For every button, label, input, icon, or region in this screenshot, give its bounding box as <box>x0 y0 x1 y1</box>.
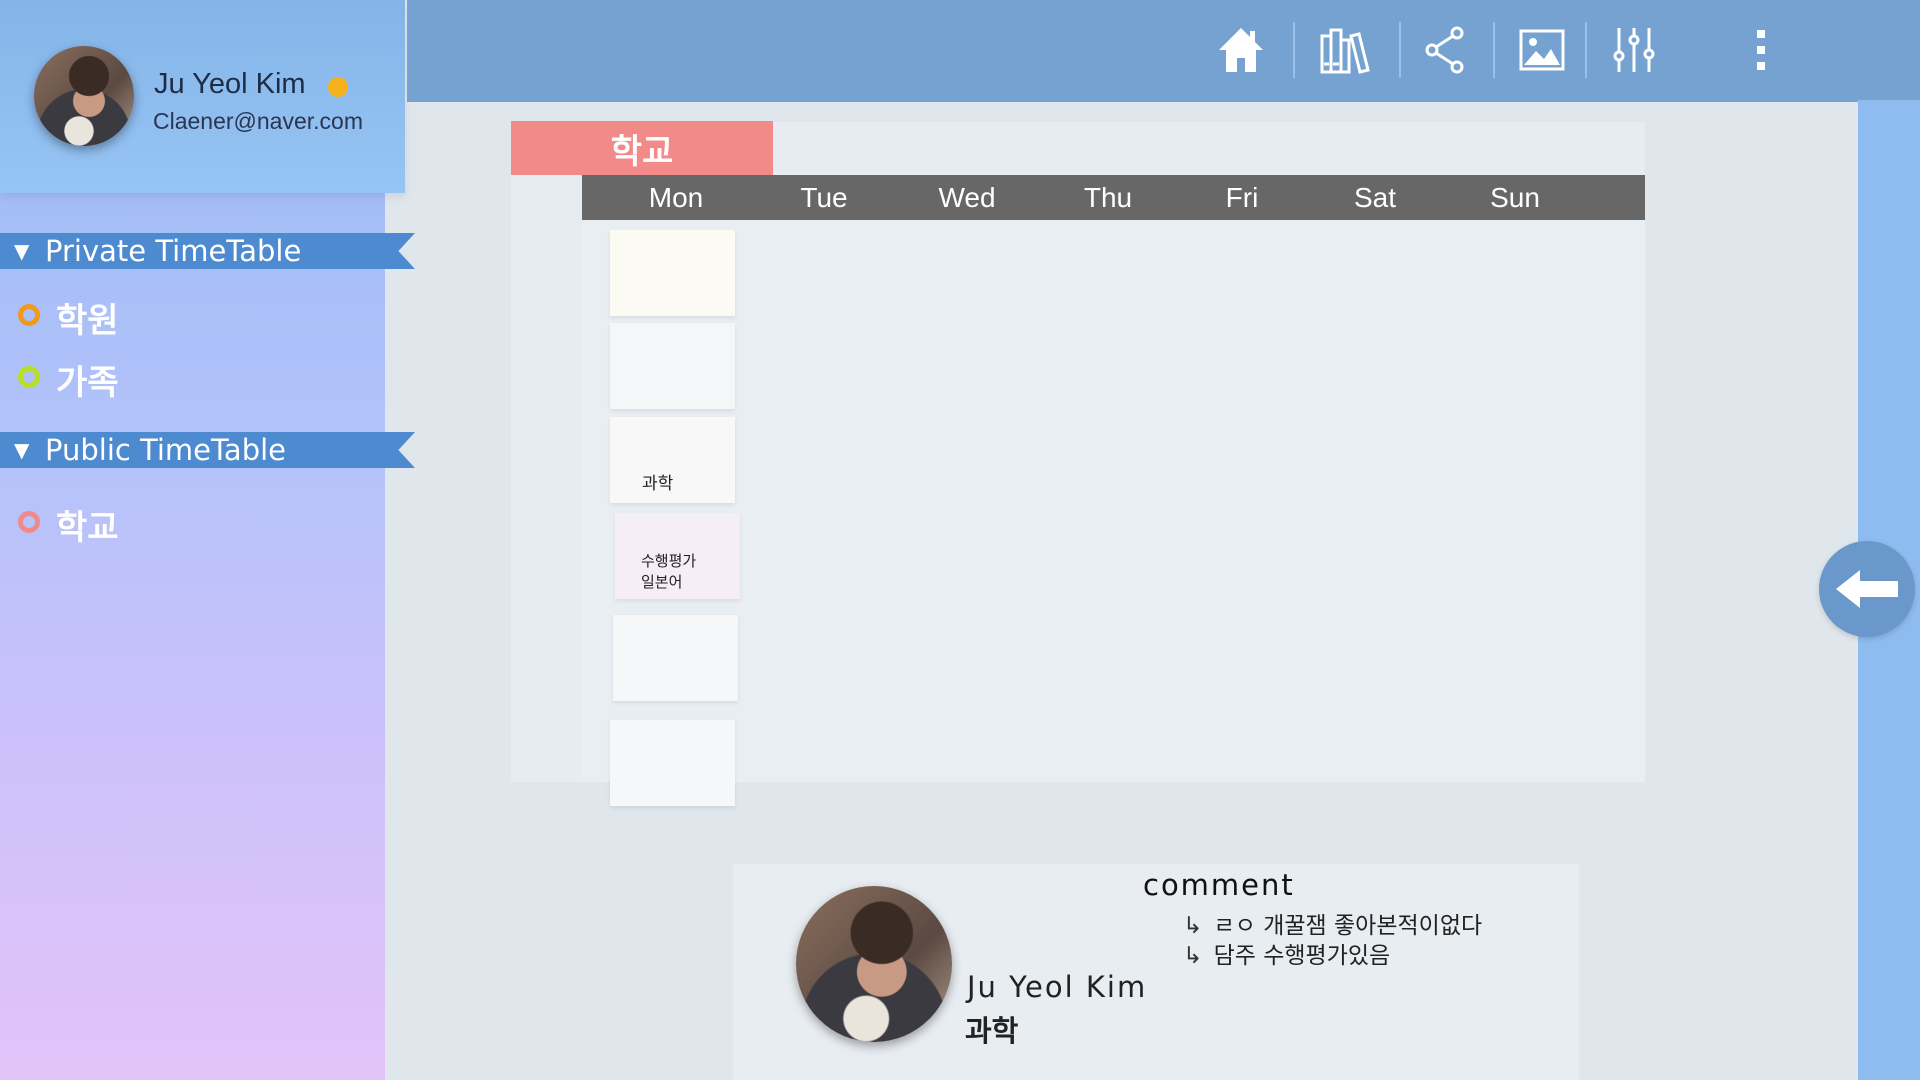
top-toolbar <box>407 0 1920 102</box>
arrow-left-icon <box>1836 570 1898 608</box>
comment-author: Ju Yeol Kim <box>967 970 1148 1004</box>
triangle-down-icon: ▼ <box>14 239 30 263</box>
library-icon[interactable] <box>1317 22 1377 78</box>
timetable-cell[interactable] <box>610 720 735 806</box>
comment-line: ↳ 담주 수행평가있음 <box>1183 936 1390 970</box>
comment-title: comment <box>1143 868 1295 902</box>
share-icon[interactable] <box>1415 22 1475 78</box>
timetable-cell[interactable]: 수행평가 일본어 <box>615 513 740 599</box>
day-header-thu: Thu <box>1083 182 1133 213</box>
comment-line: ↳ ㄹㅇ 개꿀잼 좋아본적이없다 <box>1183 906 1482 940</box>
profile-name: Ju Yeol Kim <box>154 68 306 100</box>
timetable-cell[interactable] <box>610 323 735 409</box>
back-button[interactable] <box>1819 541 1915 637</box>
circle-icon <box>18 366 40 388</box>
profile-email: Claener@naver.com <box>153 108 363 134</box>
sliders-icon[interactable] <box>1604 22 1664 78</box>
toolbar-divider <box>1585 22 1587 78</box>
private-timetable-header[interactable]: ▼ Private TimeTable <box>0 233 415 269</box>
day-header-mon: Mon <box>648 182 704 213</box>
public-timetable-header[interactable]: ▼ Public TimeTable <box>0 432 415 468</box>
public-timetable-label: Public TimeTable <box>45 433 287 467</box>
comment-subject: 과학 <box>965 1014 1019 1048</box>
weekday-header: Mon Tue Wed Thu Fri Sat Sun <box>582 175 1645 220</box>
day-header-sat: Sat <box>1353 182 1397 213</box>
private-timetable-label: Private TimeTable <box>45 234 302 268</box>
image-icon[interactable] <box>1512 22 1572 78</box>
avatar[interactable] <box>796 886 952 1042</box>
cell-label: 수행평가 일본어 <box>641 552 697 591</box>
timetable-cell[interactable] <box>610 230 735 316</box>
timetable-title[interactable]: 학교 <box>511 121 773 175</box>
comment-text: 담주 수행평가있음 <box>1213 943 1391 969</box>
circle-icon <box>18 511 40 533</box>
circle-icon <box>18 304 40 326</box>
cell-label: 과학 <box>642 474 674 494</box>
comment-card: comment ↳ ㄹㅇ 개꿀잼 좋아본적이없다 ↳ 담주 수행평가있음 Ju … <box>733 864 1579 1080</box>
avatar[interactable] <box>34 46 134 146</box>
home-icon[interactable] <box>1211 22 1271 78</box>
sidebar-item-label: 학교 <box>56 508 119 548</box>
day-header-fri: Fri <box>1225 182 1259 213</box>
timetable-cell[interactable]: 과학 <box>610 417 735 503</box>
timetable-grid <box>582 220 1645 782</box>
sidebar-item-label: 학원 <box>56 301 119 341</box>
reply-arrow-icon: ↳ <box>1183 943 1203 969</box>
toolbar-divider <box>1399 22 1401 78</box>
day-header-sun: Sun <box>1490 182 1540 213</box>
toolbar-divider <box>1293 22 1295 78</box>
status-indicator <box>328 77 348 97</box>
sidebar-item-label: 가족 <box>56 363 119 403</box>
more-vertical-icon[interactable] <box>1731 22 1791 78</box>
day-header-tue: Tue <box>800 182 848 213</box>
day-header-wed: Wed <box>938 182 996 213</box>
timetable-cell[interactable] <box>613 615 738 701</box>
toolbar-divider <box>1493 22 1495 78</box>
profile-card: Ju Yeol Kim Claener@naver.com <box>0 0 405 193</box>
triangle-down-icon: ▼ <box>14 438 30 462</box>
